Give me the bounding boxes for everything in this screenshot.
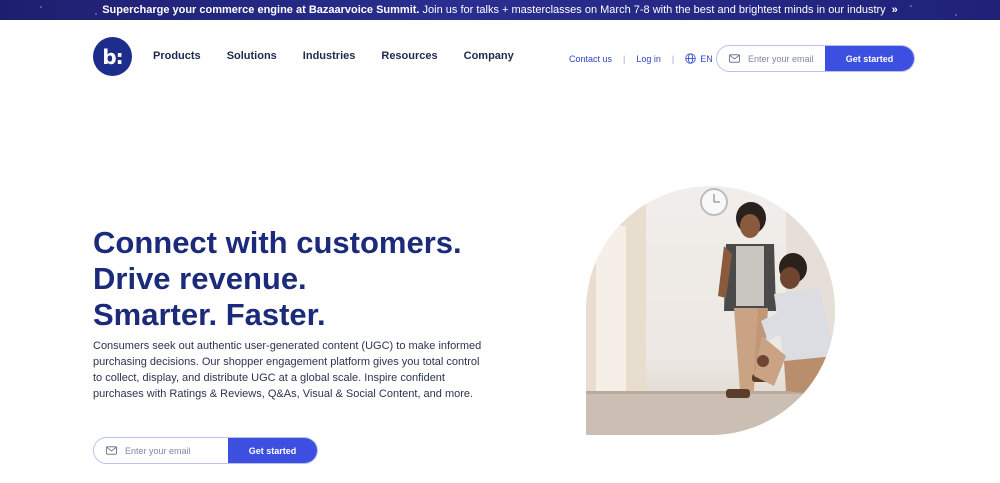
header-signup-form: Get started (716, 45, 915, 72)
bazaarvoice-logo[interactable]: b: (93, 37, 132, 76)
divider: | (623, 53, 626, 64)
nav-item-industries[interactable]: Industries (303, 50, 356, 62)
header-get-started-button[interactable]: Get started (825, 46, 914, 71)
mail-icon (729, 54, 740, 63)
banner-star (910, 5, 912, 7)
father-son-illustration (586, 186, 835, 435)
hero-title-line: Smarter. Faster. (93, 297, 326, 332)
hero-email-input[interactable] (125, 445, 228, 456)
chevron-right-icon: » (891, 4, 898, 16)
hero-signup-form: Get started (93, 437, 318, 464)
divider: | (671, 53, 675, 64)
banner-headline: Supercharge your commerce engine at Baza… (102, 4, 420, 16)
nav-item-solutions[interactable]: Solutions (227, 50, 277, 62)
language-selector[interactable]: EN (685, 53, 713, 64)
header-email-field[interactable] (717, 46, 825, 71)
nav-item-resources[interactable]: Resources (381, 50, 437, 62)
hero-title: Connect with customers. Drive revenue. S… (93, 225, 513, 333)
hero-description: Consumers seek out authentic user-genera… (93, 340, 482, 400)
banner-star (95, 13, 97, 15)
hero-title-line: Drive revenue. (93, 261, 307, 296)
mail-icon (106, 446, 117, 455)
header-email-input[interactable] (748, 53, 825, 64)
hero-image (586, 186, 835, 435)
announcement-banner[interactable]: Supercharge your commerce engine at Baza… (0, 0, 1000, 20)
nav-item-company[interactable]: Company (464, 50, 514, 62)
banner-message: Join us for talks + masterclasses on Mar… (422, 4, 886, 16)
banner-star (40, 6, 42, 8)
hero-get-started-button[interactable]: Get started (228, 438, 317, 463)
logo-mark: b: (102, 44, 123, 69)
globe-icon (685, 53, 696, 64)
login-link[interactable]: Log in (636, 54, 661, 64)
banner-star (955, 14, 957, 16)
hero-email-field[interactable] (94, 438, 228, 463)
language-label: EN (700, 53, 713, 64)
hero-title-line: Connect with customers. (93, 225, 462, 260)
utility-links: Contact us | Log in | EN (569, 53, 713, 64)
nav-item-products[interactable]: Products (153, 50, 201, 62)
contact-us-link[interactable]: Contact us (569, 54, 612, 64)
main-nav: Products Solutions Industries Resources … (153, 50, 540, 62)
